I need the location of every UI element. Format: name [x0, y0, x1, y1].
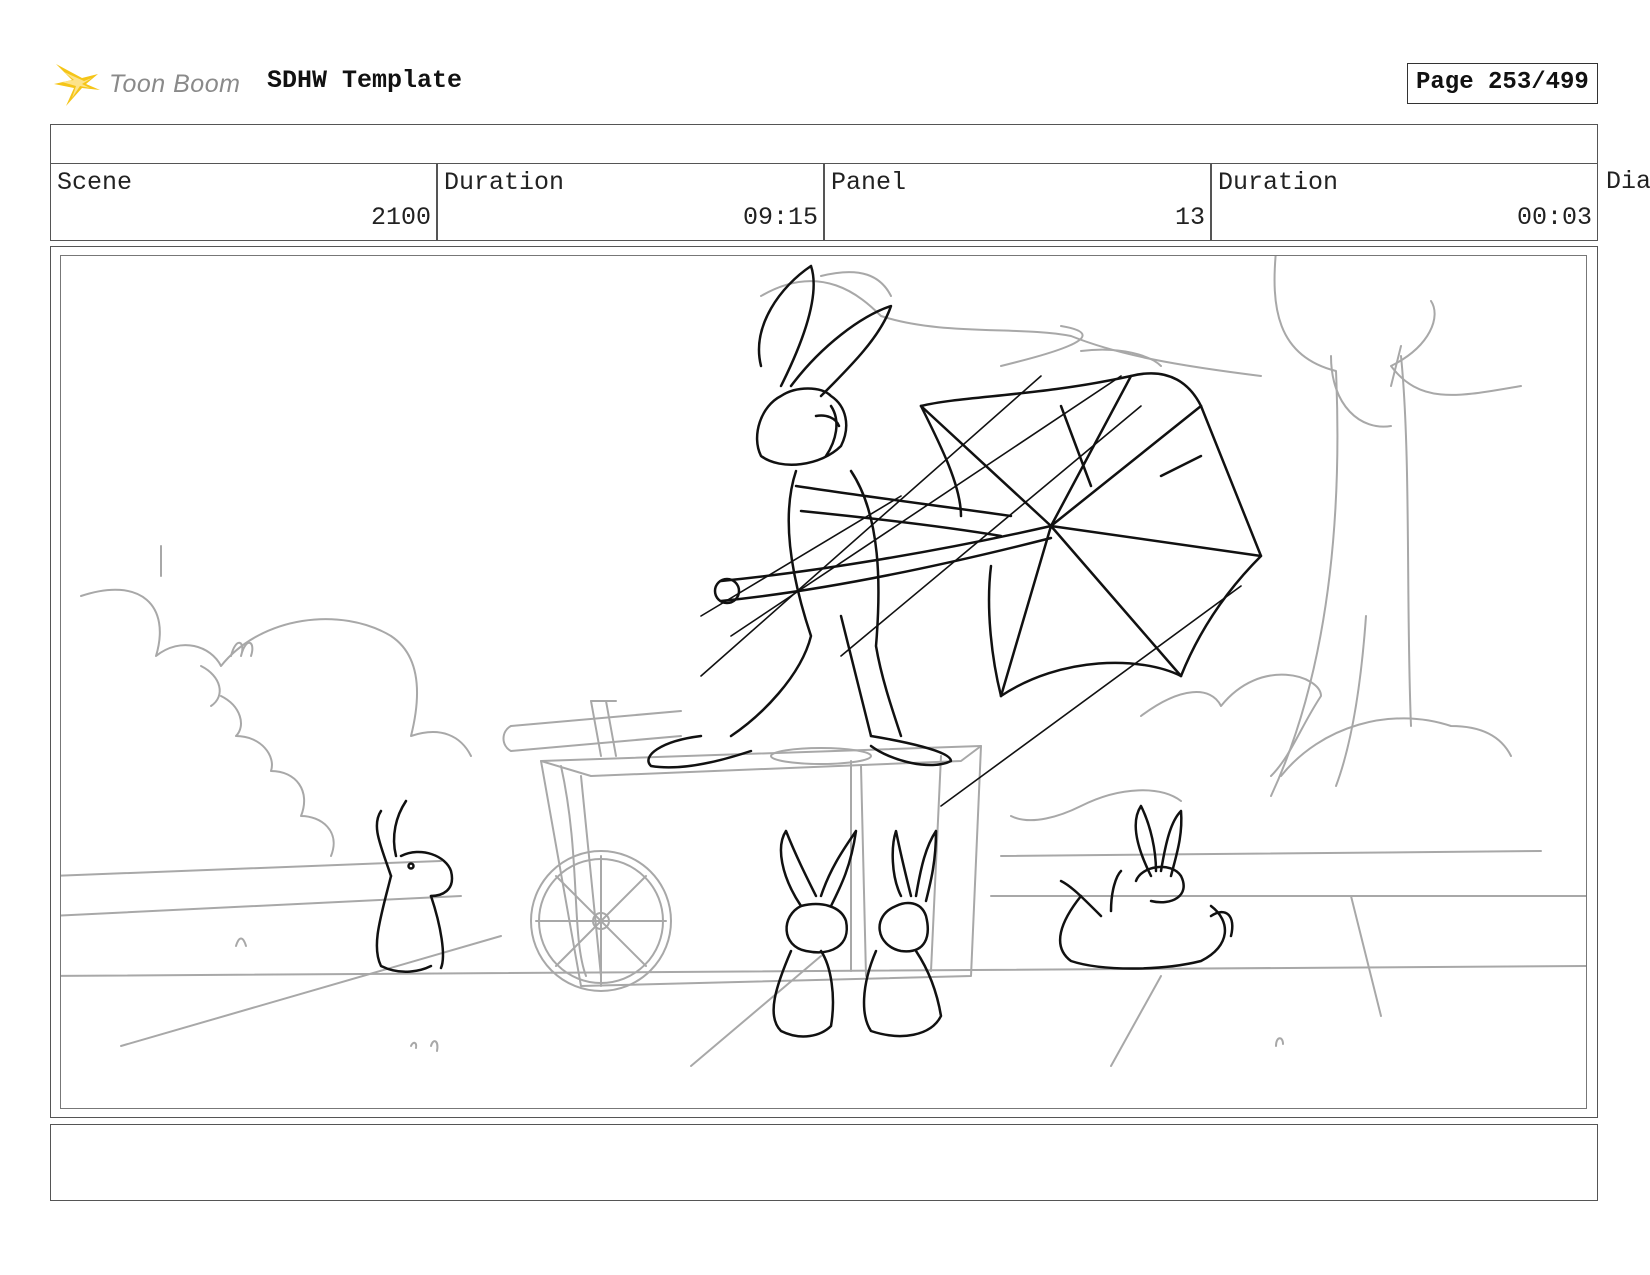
scene-duration-cell: Duration 09:15: [437, 163, 824, 241]
starburst-icon: [54, 64, 100, 106]
scene-duration-label: Duration: [444, 168, 565, 197]
panel-label: Panel: [831, 168, 907, 197]
panel-duration-label: Duration: [1218, 168, 1339, 197]
scene-cell: Scene 2100: [50, 163, 437, 241]
document-title: SDHW Template: [267, 66, 463, 95]
logo-text: Toon Boom: [109, 70, 241, 98]
scene-duration-value: 09:15: [742, 203, 818, 232]
notes-box: [50, 1124, 1598, 1201]
character-sketch: [375, 264, 1263, 1038]
toon-boom-logo: Toon Boom: [52, 56, 252, 112]
top-strip: [50, 124, 1598, 164]
panel-duration-cell: Duration 00:03: [1211, 163, 1598, 241]
scene-value: 2100: [370, 203, 431, 232]
info-row: Scene 2100 Duration 09:15 Panel 13 Durat…: [50, 163, 1650, 241]
storyboard-panel: [60, 255, 1587, 1109]
background-sketch: [61, 256, 1586, 1067]
page-indicator: Page 253/499: [1407, 63, 1598, 104]
panel-value: 13: [1174, 203, 1205, 232]
scene-label: Scene: [57, 168, 133, 197]
storyboard-sketch: [61, 256, 1586, 1067]
panel-duration-value: 00:03: [1516, 203, 1592, 232]
page-indicator-label: Page 253/499: [1416, 69, 1589, 96]
dialog-label: Dia: [1606, 167, 1650, 196]
panel-cell: Panel 13: [824, 163, 1211, 241]
